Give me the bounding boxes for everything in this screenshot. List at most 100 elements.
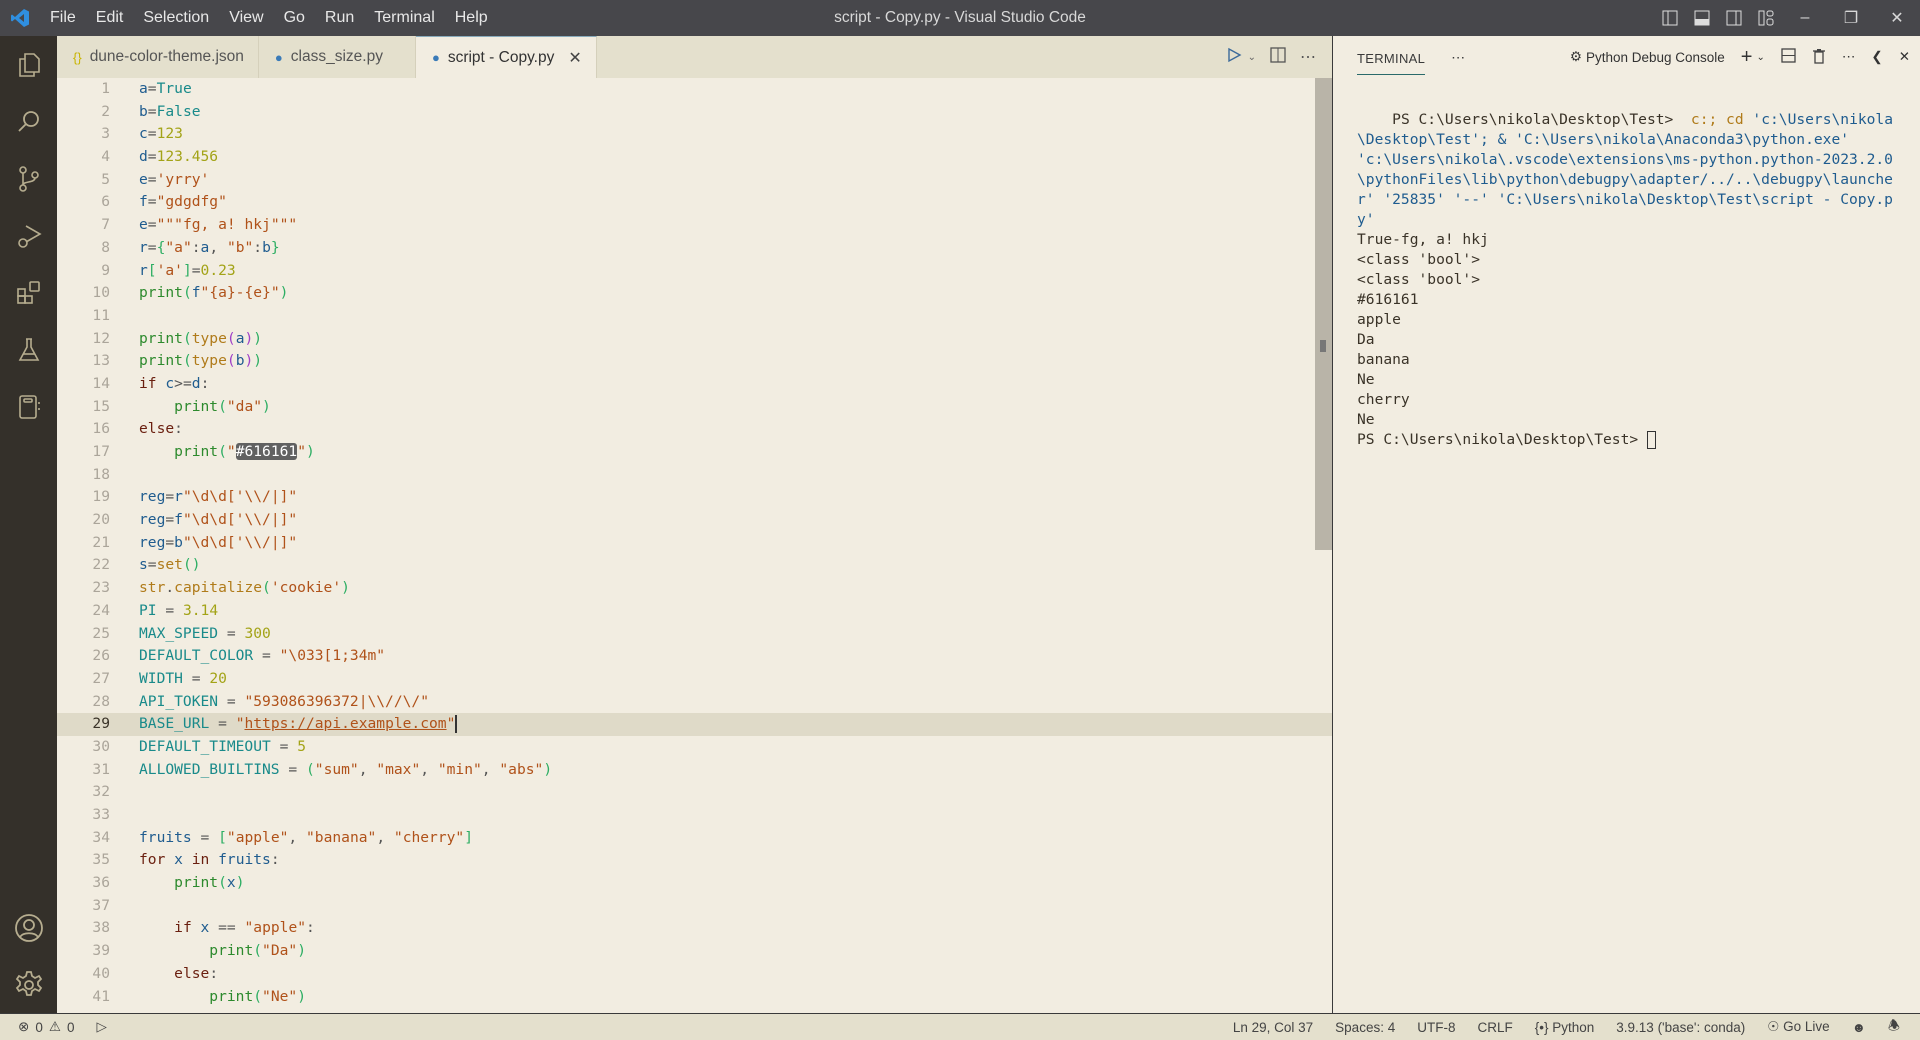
- accounts-icon[interactable]: [0, 899, 57, 956]
- terminal-more-icon[interactable]: ⋯: [1842, 49, 1856, 65]
- errors-icon[interactable]: ⊗: [18, 1019, 29, 1035]
- notebook-icon[interactable]: [0, 378, 57, 435]
- restore-button[interactable]: ❐: [1828, 0, 1874, 36]
- code-line[interactable]: 3 c=123: [57, 123, 1332, 146]
- code-line[interactable]: 28 API_TOKEN = "593086396372|\\//\/": [57, 691, 1332, 714]
- close-panel-icon[interactable]: ✕: [1899, 49, 1910, 65]
- code-line[interactable]: 36 print(x): [57, 872, 1332, 895]
- code-line[interactable]: 8 r={"a":a, "b":b}: [57, 237, 1332, 260]
- tab-terminal[interactable]: TERMINAL: [1357, 39, 1426, 75]
- menu-view[interactable]: View: [219, 0, 273, 36]
- code-line[interactable]: 1 a=True: [57, 78, 1332, 101]
- split-editor-icon[interactable]: [1270, 46, 1286, 68]
- toggle-secondary-sidebar-icon[interactable]: [1718, 0, 1750, 36]
- menu-selection[interactable]: Selection: [133, 0, 219, 36]
- menu-edit[interactable]: Edit: [86, 0, 134, 36]
- code-line[interactable]: 35 for x in fruits:: [57, 849, 1332, 872]
- code-line[interactable]: 11: [57, 305, 1332, 328]
- source-control-icon[interactable]: [0, 150, 57, 207]
- code-line[interactable]: 15 print("da"): [57, 396, 1332, 419]
- code-line[interactable]: 23 str.capitalize('cookie'): [57, 577, 1332, 600]
- code-line[interactable]: 32: [57, 781, 1332, 804]
- kill-terminal-trash-icon[interactable]: [1812, 48, 1826, 67]
- warnings-icon[interactable]: ⚠: [49, 1019, 61, 1035]
- cursor-position[interactable]: Ln 29, Col 37: [1233, 1020, 1313, 1035]
- code-line[interactable]: 2 b=False: [57, 101, 1332, 124]
- terminal-output[interactable]: PS C:\Users\nikola\Desktop\Test> c:; cd …: [1333, 78, 1920, 470]
- notifications-bell-icon[interactable]: 🕭: [1888, 1016, 1900, 1039]
- manage-gear-icon[interactable]: [0, 956, 57, 1013]
- code-line[interactable]: 4 d=123.456: [57, 146, 1332, 169]
- run-python-file-icon[interactable]: [1226, 47, 1242, 68]
- warnings-count[interactable]: 0: [67, 1020, 75, 1035]
- code-line[interactable]: 6 f="gdgdfg": [57, 191, 1332, 214]
- line-ending[interactable]: CRLF: [1477, 1020, 1512, 1035]
- menu-terminal[interactable]: Terminal: [364, 0, 444, 36]
- code-line[interactable]: 41 print("Ne"): [57, 986, 1332, 1009]
- extensions-icon[interactable]: [0, 264, 57, 321]
- scrollbar-thumb[interactable]: [1315, 78, 1332, 550]
- code-line[interactable]: 40 else:: [57, 963, 1332, 986]
- go-live-button[interactable]: ☉ Go Live: [1767, 1019, 1829, 1035]
- code-line[interactable]: 24 PI = 3.14: [57, 600, 1332, 623]
- menu-file[interactable]: File: [40, 0, 86, 36]
- testing-icon[interactable]: [0, 321, 57, 378]
- encoding[interactable]: UTF-8: [1417, 1020, 1455, 1035]
- code-line[interactable]: 17 print("#616161"): [57, 441, 1332, 464]
- code-line[interactable]: 27 WIDTH = 20: [57, 668, 1332, 691]
- terminal-instance-name[interactable]: Python Debug Console: [1586, 50, 1725, 65]
- menu-run[interactable]: Run: [315, 0, 364, 36]
- code-line[interactable]: 21 reg=b"\d\d['\\/|]": [57, 532, 1332, 555]
- code-line[interactable]: 10 print(f"{a}-{e}"): [57, 282, 1332, 305]
- code-line[interactable]: 34 fruits = ["apple", "banana", "cherry"]: [57, 827, 1332, 850]
- code-line[interactable]: 12 print(type(a)): [57, 328, 1332, 351]
- indentation[interactable]: Spaces: 4: [1335, 1020, 1395, 1035]
- panel-more-icon[interactable]: ⋯: [1451, 49, 1465, 66]
- minimize-button[interactable]: –: [1782, 0, 1828, 36]
- toggle-panel-icon[interactable]: [1686, 0, 1718, 36]
- close-tab-icon[interactable]: ✕: [568, 48, 581, 68]
- close-window-button[interactable]: ✕: [1874, 0, 1920, 36]
- language-mode[interactable]: {•} Python: [1535, 1020, 1595, 1035]
- code-editor[interactable]: 1 a=True 2 b=False 3 c=123 4 d=123.456 5 e='yrry'…: [57, 78, 1332, 1013]
- editor-scrollbar[interactable]: [1315, 78, 1332, 1013]
- more-actions-icon[interactable]: ⋯: [1300, 47, 1316, 67]
- search-icon[interactable]: [0, 93, 57, 150]
- code-line[interactable]: 33: [57, 804, 1332, 827]
- code-line[interactable]: 25 MAX_SPEED = 300: [57, 623, 1332, 646]
- code-line[interactable]: 20 reg=f"\d\d['\\/|]": [57, 509, 1332, 532]
- new-terminal-icon[interactable]: +: [1741, 46, 1753, 69]
- code-line[interactable]: 18: [57, 464, 1332, 487]
- code-line[interactable]: 38 if x == "apple":: [57, 917, 1332, 940]
- code-line[interactable]: 16 else:: [57, 418, 1332, 441]
- code-line[interactable]: 30 DEFAULT_TIMEOUT = 5: [57, 736, 1332, 759]
- code-line[interactable]: 37: [57, 895, 1332, 918]
- menu-help[interactable]: Help: [445, 0, 498, 36]
- feedback-icon[interactable]: ☻: [1852, 1020, 1866, 1035]
- code-line[interactable]: 13 print(type(b)): [57, 350, 1332, 373]
- code-line[interactable]: 22 s=set(): [57, 554, 1332, 577]
- code-line[interactable]: 19 reg=r"\d\d['\\/|]": [57, 486, 1332, 509]
- code-line[interactable]: 14 if c>=d:: [57, 373, 1332, 396]
- code-line[interactable]: 29 BASE_URL = "https://api.example.com": [57, 713, 1332, 736]
- menu-go[interactable]: Go: [274, 0, 315, 36]
- url-link[interactable]: https://api.example.com: [244, 715, 446, 732]
- errors-count[interactable]: 0: [35, 1020, 43, 1035]
- debug-launch-icon[interactable]: ▷: [96, 1019, 106, 1035]
- tab-dune-color-theme-json[interactable]: {} dune-color-theme.json: [57, 36, 259, 78]
- explorer-icon[interactable]: [0, 36, 57, 93]
- code-line[interactable]: 7 e="""fg, a! hkj""": [57, 214, 1332, 237]
- code-line[interactable]: 39 print("Da"): [57, 940, 1332, 963]
- run-and-debug-icon[interactable]: [0, 207, 57, 264]
- code-line[interactable]: 9 r['a']=0.23: [57, 260, 1332, 283]
- customize-layout-icon[interactable]: [1750, 0, 1782, 36]
- tab-class-size-py[interactable]: ● class_size.py: [259, 36, 416, 78]
- toggle-primary-sidebar-icon[interactable]: [1654, 0, 1686, 36]
- split-terminal-icon[interactable]: [1781, 48, 1796, 66]
- code-line[interactable]: 5 e='yrry': [57, 169, 1332, 192]
- python-interpreter[interactable]: 3.9.13 ('base': conda): [1616, 1020, 1745, 1035]
- code-line[interactable]: 31 ALLOWED_BUILTINS = ("sum", "max", "min…: [57, 759, 1332, 782]
- run-dropdown-chevron-icon[interactable]: ⌄: [1248, 52, 1256, 63]
- code-line[interactable]: 26 DEFAULT_COLOR = "\033[1;34m": [57, 645, 1332, 668]
- terminal-dropdown-chevron-icon[interactable]: ⌄: [1756, 52, 1764, 63]
